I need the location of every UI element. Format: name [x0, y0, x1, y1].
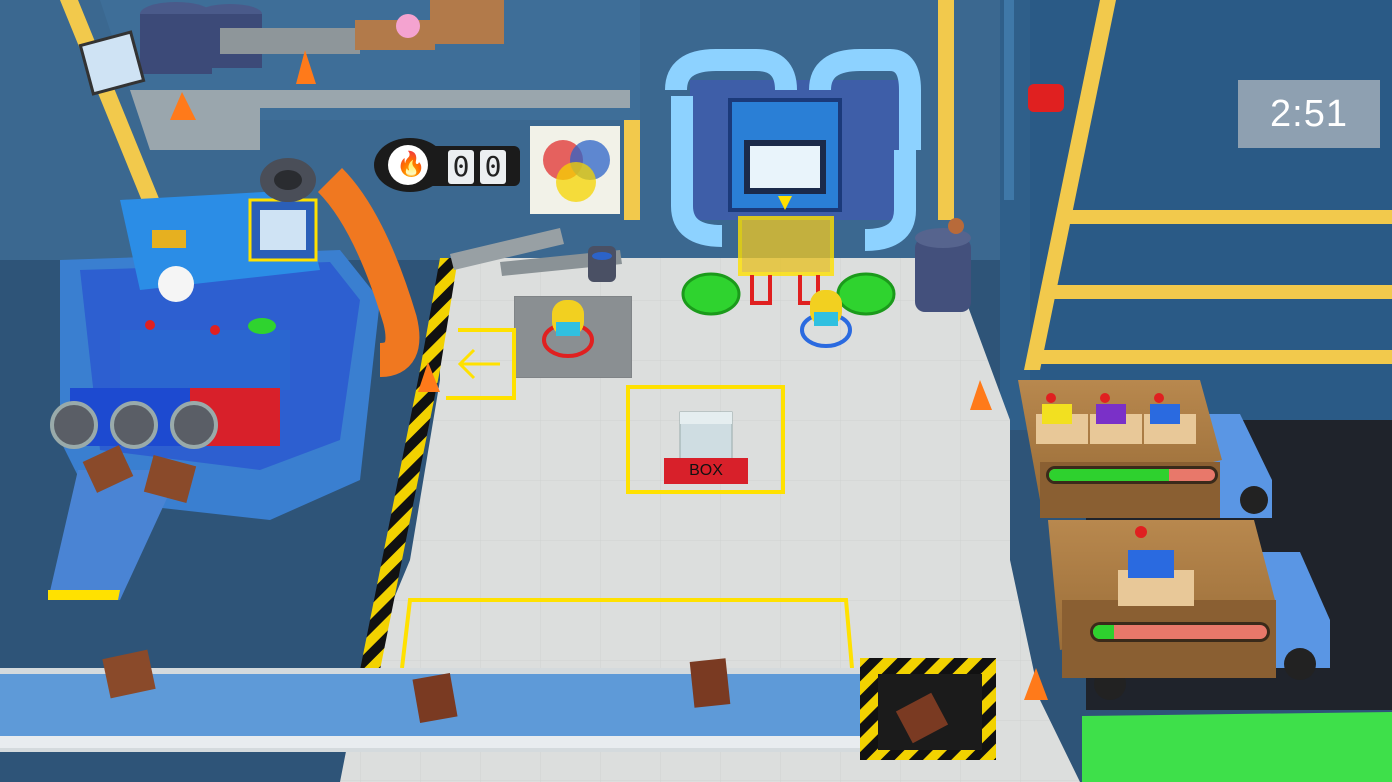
score-digit-1: 0	[448, 150, 474, 184]
game-scene: 2:51 🔥 0 0 BOX	[0, 0, 1392, 782]
order-progress-2	[1090, 622, 1270, 642]
green-button-left	[681, 272, 741, 316]
flame-icon: 🔥	[396, 151, 426, 178]
score-digit-2: 0	[480, 150, 506, 184]
order-progress-fill-2	[1093, 625, 1114, 639]
factory-scene	[0, 0, 1392, 782]
round-timer: 2:51	[1238, 80, 1380, 148]
order-progress-fill-1	[1049, 469, 1169, 481]
green-button-right	[836, 272, 896, 316]
box-station-label: BOX	[664, 458, 748, 484]
score-display: 🔥 0 0	[372, 136, 520, 194]
order-progress-1	[1046, 466, 1218, 484]
